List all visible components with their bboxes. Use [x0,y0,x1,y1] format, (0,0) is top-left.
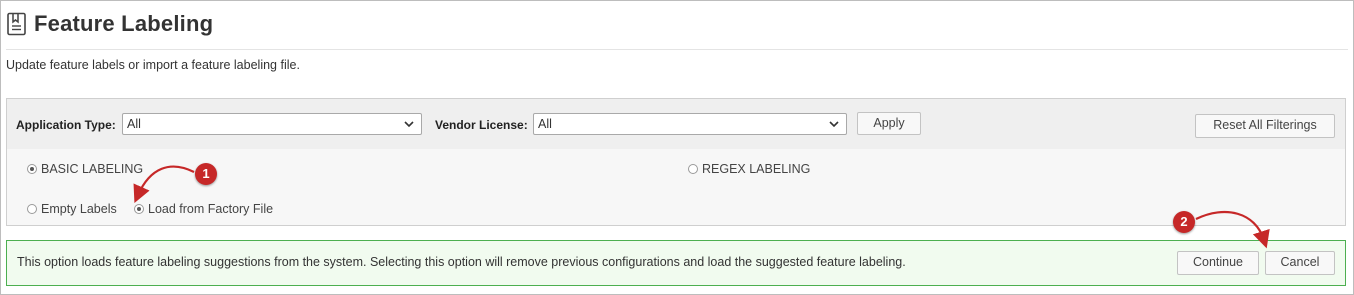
annotation-arrow-1 [133,165,195,204]
annotation-badge-2: 2 [1173,211,1195,233]
annotation-arrow-2 [1195,210,1270,249]
annotation-arrows [133,165,1270,249]
annotation-badge-1: 1 [195,163,217,185]
